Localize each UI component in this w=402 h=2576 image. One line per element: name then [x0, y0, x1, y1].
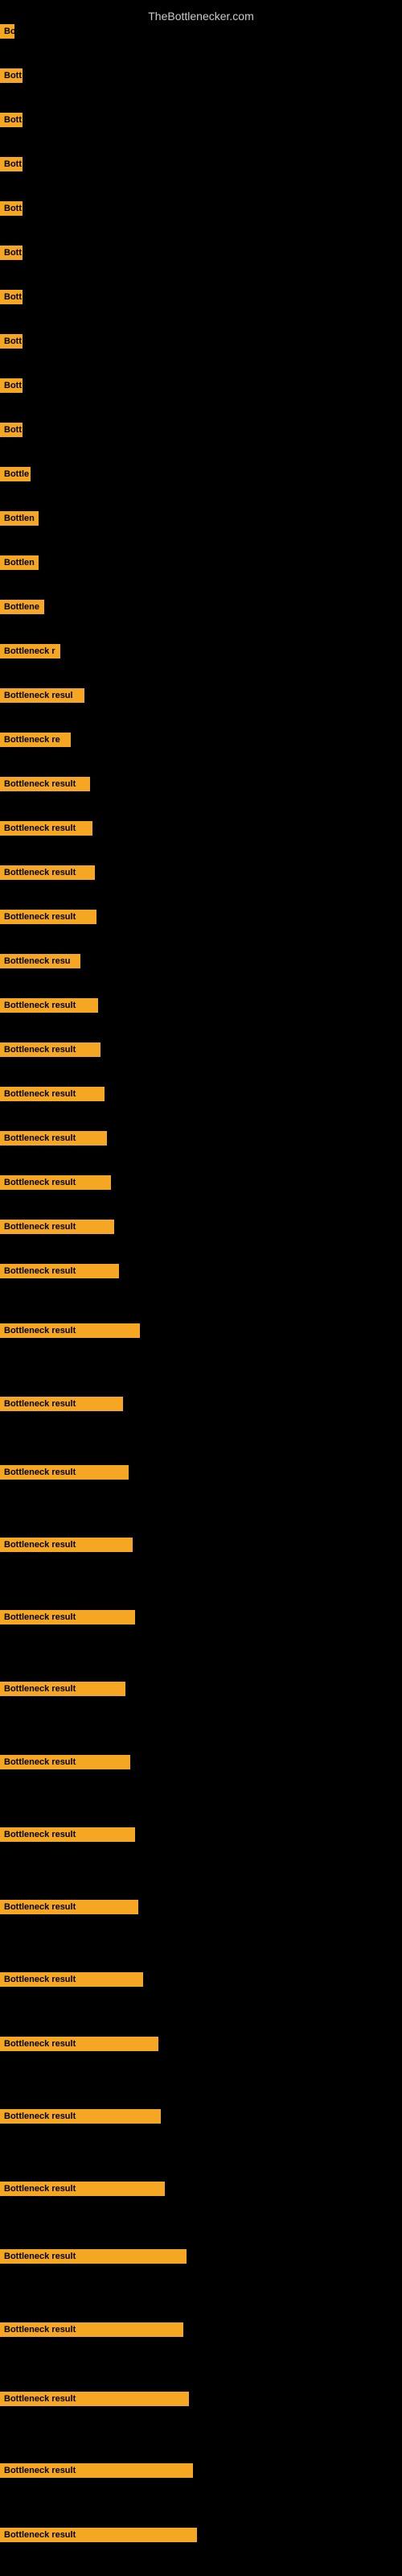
bar-label: Bott — [0, 201, 23, 216]
bar-item: Bottleneck result — [0, 2182, 165, 2196]
bar-item: Bottleneck result — [0, 2528, 197, 2542]
bar-item: Bottleneck result — [0, 821, 92, 836]
bar-item: Bottleneck result — [0, 2322, 183, 2337]
bar-item: Bottle — [0, 467, 31, 481]
bar-label: Bott — [0, 246, 23, 260]
bar-label: Bottleneck result — [0, 1264, 119, 1278]
bar-item: Bott — [0, 423, 23, 437]
bar-label: Bottleneck result — [0, 1972, 143, 1987]
bar-label: Bott — [0, 334, 23, 349]
bar-label: Bottleneck result — [0, 998, 98, 1013]
bar-label: Bottleneck result — [0, 1755, 130, 1769]
bar-label: Bottleneck result — [0, 865, 95, 880]
bar-label: Bottleneck result — [0, 1087, 105, 1101]
bar-label: Bottleneck result — [0, 2182, 165, 2196]
bar-label: Bottleneck result — [0, 2037, 158, 2051]
bar-item: Bottleneck resu — [0, 954, 80, 968]
bar-item: Bottleneck result — [0, 1264, 119, 1278]
bar-item: Bottleneck result — [0, 1827, 135, 1842]
bar-item: Bottlen — [0, 511, 39, 526]
bar-item: Bottleneck result — [0, 998, 98, 1013]
bar-label: Bottleneck result — [0, 1042, 100, 1057]
bar-item: Bottleneck result — [0, 1900, 138, 1914]
bar-item: Bottleneck result — [0, 1087, 105, 1101]
bar-item: Bott — [0, 378, 23, 393]
bar-label: Bott — [0, 423, 23, 437]
bar-label: Bottleneck result — [0, 1323, 140, 1338]
bar-label: Bottleneck result — [0, 1131, 107, 1146]
bar-label: Bottleneck result — [0, 777, 90, 791]
bar-label: Bott — [0, 68, 23, 83]
bar-item: Bott — [0, 157, 23, 171]
bar-label: Bottleneck result — [0, 2392, 189, 2406]
bar-item: Bottleneck result — [0, 1972, 143, 1987]
bar-label: Bottleneck result — [0, 1610, 135, 1624]
bar-item: Bottleneck result — [0, 777, 90, 791]
bar-item: Bottleneck result — [0, 1397, 123, 1411]
bar-label: Bottleneck result — [0, 2463, 193, 2478]
bar-item: Bott — [0, 113, 23, 127]
bar-label: Bottle — [0, 467, 31, 481]
bar-label: Bottlene — [0, 600, 44, 614]
bar-item: Bott — [0, 290, 23, 304]
bar-label: Bottleneck result — [0, 821, 92, 836]
bar-item: Bo — [0, 24, 14, 39]
bar-item: Bott — [0, 68, 23, 83]
bar-label: Bottleneck result — [0, 910, 96, 924]
bar-item: Bottleneck result — [0, 2109, 161, 2124]
bar-label: Bott — [0, 378, 23, 393]
bar-item: Bottleneck result — [0, 1465, 129, 1480]
bar-label: Bottleneck result — [0, 1397, 123, 1411]
bar-item: Bottlen — [0, 555, 39, 570]
bar-label: Bottleneck result — [0, 1827, 135, 1842]
bar-label: Bottleneck result — [0, 1175, 111, 1190]
bar-label: Bottleneck resul — [0, 688, 84, 703]
bar-item: Bottleneck result — [0, 1220, 114, 1234]
bar-label: Bott — [0, 157, 23, 171]
bar-label: Bottleneck result — [0, 1900, 138, 1914]
bar-label: Bottleneck re — [0, 733, 71, 747]
bar-item: Bottleneck result — [0, 1042, 100, 1057]
bar-label: Bottleneck resu — [0, 954, 80, 968]
bar-label: Bottleneck result — [0, 2249, 187, 2264]
bar-label: Bottleneck result — [0, 2322, 183, 2337]
bar-label: Bott — [0, 290, 23, 304]
bar-item: Bottleneck result — [0, 2463, 193, 2478]
bar-label: Bott — [0, 113, 23, 127]
bar-item: Bottlene — [0, 600, 44, 614]
bar-label: Bottleneck result — [0, 2109, 161, 2124]
bar-label: Bottlen — [0, 555, 39, 570]
bar-label: Bottleneck result — [0, 1220, 114, 1234]
bar-label: Bottleneck result — [0, 2528, 197, 2542]
bar-item: Bottleneck result — [0, 2037, 158, 2051]
bar-item: Bottleneck r — [0, 644, 60, 658]
bar-item: Bott — [0, 201, 23, 216]
bar-label: Bottleneck result — [0, 1465, 129, 1480]
bar-item: Bottleneck result — [0, 1175, 111, 1190]
bar-item: Bottleneck result — [0, 2249, 187, 2264]
bar-item: Bottleneck result — [0, 1538, 133, 1552]
site-title: TheBottlenecker.com — [0, 3, 402, 26]
bar-item: Bottleneck result — [0, 1323, 140, 1338]
bar-item: Bott — [0, 334, 23, 349]
bar-item: Bottleneck result — [0, 1610, 135, 1624]
bar-item: Bottleneck result — [0, 865, 95, 880]
bar-label: Bo — [0, 24, 14, 39]
bar-item: Bottleneck result — [0, 2392, 189, 2406]
bar-item: Bott — [0, 246, 23, 260]
bar-label: Bottleneck result — [0, 1538, 133, 1552]
bar-item: Bottleneck resul — [0, 688, 84, 703]
bar-item: Bottleneck result — [0, 1682, 125, 1696]
bar-item: Bottleneck result — [0, 1755, 130, 1769]
bar-label: Bottlen — [0, 511, 39, 526]
bar-label: Bottleneck r — [0, 644, 60, 658]
bar-label: Bottleneck result — [0, 1682, 125, 1696]
bar-item: Bottleneck result — [0, 1131, 107, 1146]
bar-item: Bottleneck result — [0, 910, 96, 924]
bar-item: Bottleneck re — [0, 733, 71, 747]
